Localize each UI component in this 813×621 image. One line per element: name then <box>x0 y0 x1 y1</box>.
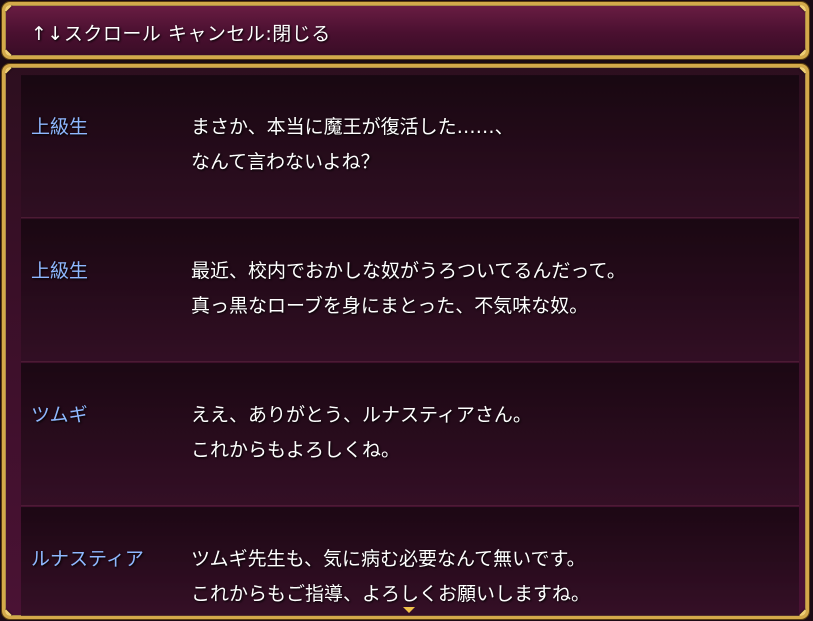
speaker-name: ツムギ <box>31 404 88 426</box>
log-entry: 上級生 まさか、本当に魔王が復活した……、 なんて言わないよね？ <box>21 75 799 218</box>
dialogue-line: なんて言わないよね？ <box>191 151 380 173</box>
speaker-name: 上級生 <box>31 116 89 138</box>
dialogue-line: これからもご指導、よろしくお願いしますね。 <box>191 583 591 605</box>
speaker-name: ルナスティア <box>31 548 144 570</box>
frame-corner-ornament <box>5 67 12 74</box>
dialogue-line: 最近、校内でおかしな奴がうろついてるんだって。 <box>191 260 626 282</box>
dialogue-line: これからもよろしくね。 <box>191 439 401 461</box>
message-log-window[interactable]: 上級生 まさか、本当に魔王が復活した……、 なんて言わないよね？ 上級生 最近、… <box>2 64 809 619</box>
help-window: ↑↓スクロール キャンセル:閉じる <box>2 2 809 59</box>
frame-corner-ornament <box>799 67 806 74</box>
log-entry: 上級生 最近、校内でおかしな奴がうろついてるんだって。 真っ黒なローブを身にまと… <box>21 219 799 362</box>
frame-corner-ornament <box>799 5 806 12</box>
dialogue-line: ええ、ありがとう、ルナスティアさん。 <box>191 404 532 426</box>
frame-corner-ornament <box>5 49 12 56</box>
frame-corner-ornament <box>5 5 12 12</box>
dialogue-line: 真っ黒なローブを身にまとった、不気味な奴。 <box>191 295 589 317</box>
dialogue-line: ツムギ先生も、気に病む必要なんて無いです。 <box>191 548 586 570</box>
frame-corner-ornament <box>799 609 806 616</box>
log-entry: ツムギ ええ、ありがとう、ルナスティアさん。 これからもよろしくね。 <box>21 363 799 506</box>
frame-corner-ornament <box>5 609 12 616</box>
frame-corner-ornament <box>799 49 806 56</box>
dialogue-line: まさか、本当に魔王が復活した……、 <box>191 116 514 138</box>
speaker-name: 上級生 <box>31 260 89 282</box>
down-arrow-icon[interactable] <box>403 607 415 613</box>
log-entry: ルナスティア ツムギ先生も、気に病む必要なんて無いです。 これからもご指導、よろ… <box>21 507 799 616</box>
help-text: ↑↓スクロール キャンセル:閉じる <box>31 23 331 45</box>
